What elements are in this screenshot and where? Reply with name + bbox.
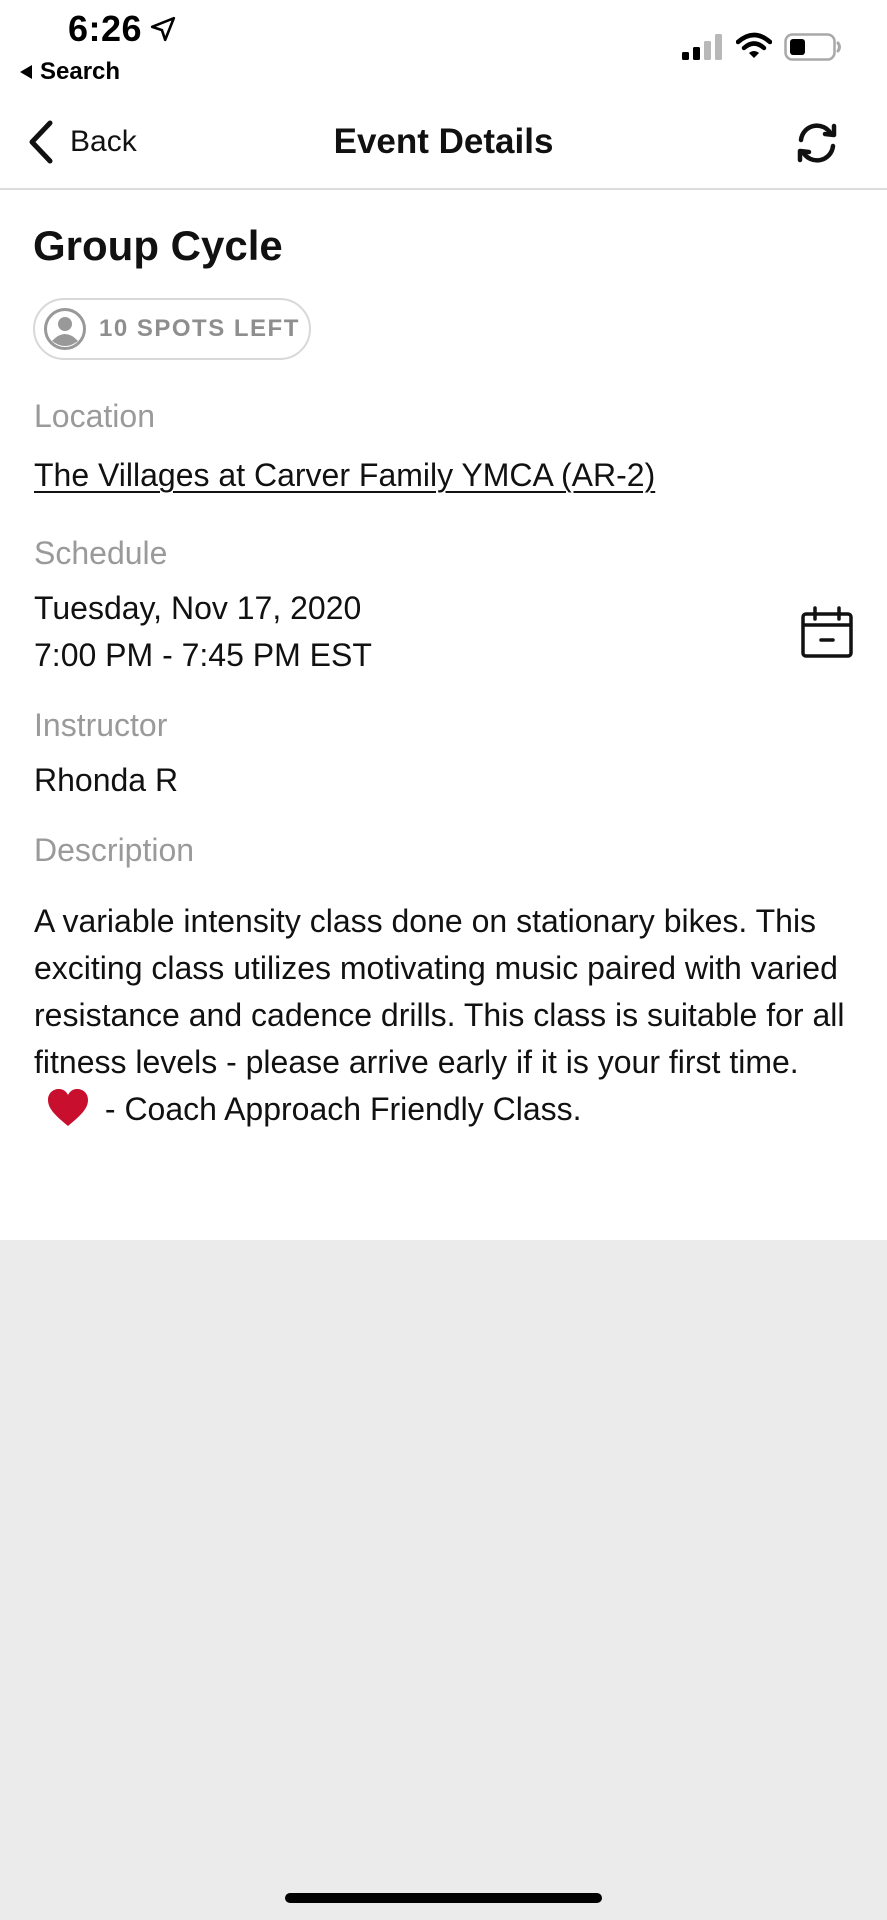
location-arrow-icon [150,16,176,42]
person-icon [44,308,86,350]
wifi-icon [736,32,772,58]
battery-icon [784,33,841,61]
location-label: Location [34,398,155,434]
schedule-time: 7:00 PM - 7:45 PM EST [34,637,372,673]
description-label: Description [34,832,195,868]
description-part-1: A variable intensity class done on stati… [34,903,845,1080]
cellular-signal-icon [682,34,722,60]
event-details-screen: 6:26 Search Back Event Details Group Cyc… [0,0,887,1920]
instructor-name: Rhonda R [34,762,179,798]
add-to-calendar-icon[interactable] [800,606,854,660]
navigation-bar: Back Event Details [0,100,887,190]
page-title: Event Details [333,122,554,161]
home-indicator[interactable] [285,1893,602,1903]
heart-icon [48,1089,88,1126]
location-link[interactable]: The Villages at Carver Family YMCA (AR-2… [34,452,655,498]
back-triangle-icon [20,65,32,79]
schedule-date: Tuesday, Nov 17, 2020 [34,590,362,626]
back-to-search-link[interactable]: Search [20,58,120,86]
back-to-search-label: Search [40,58,121,85]
instructor-label: Instructor [34,707,168,743]
spots-left-text: 10 SPOTS LEFT [99,315,300,342]
status-time-text: 6:26 [68,8,143,49]
description-part-2: - Coach Approach Friendly Class. [96,1091,582,1127]
status-time: 6:26 [68,8,176,50]
description-text: A variable intensity class done on stati… [34,898,854,1133]
event-title: Group Cycle [33,222,283,269]
spots-left-badge: 10 SPOTS LEFT [33,298,311,360]
refresh-icon[interactable] [792,118,842,168]
schedule-label: Schedule [34,535,168,571]
